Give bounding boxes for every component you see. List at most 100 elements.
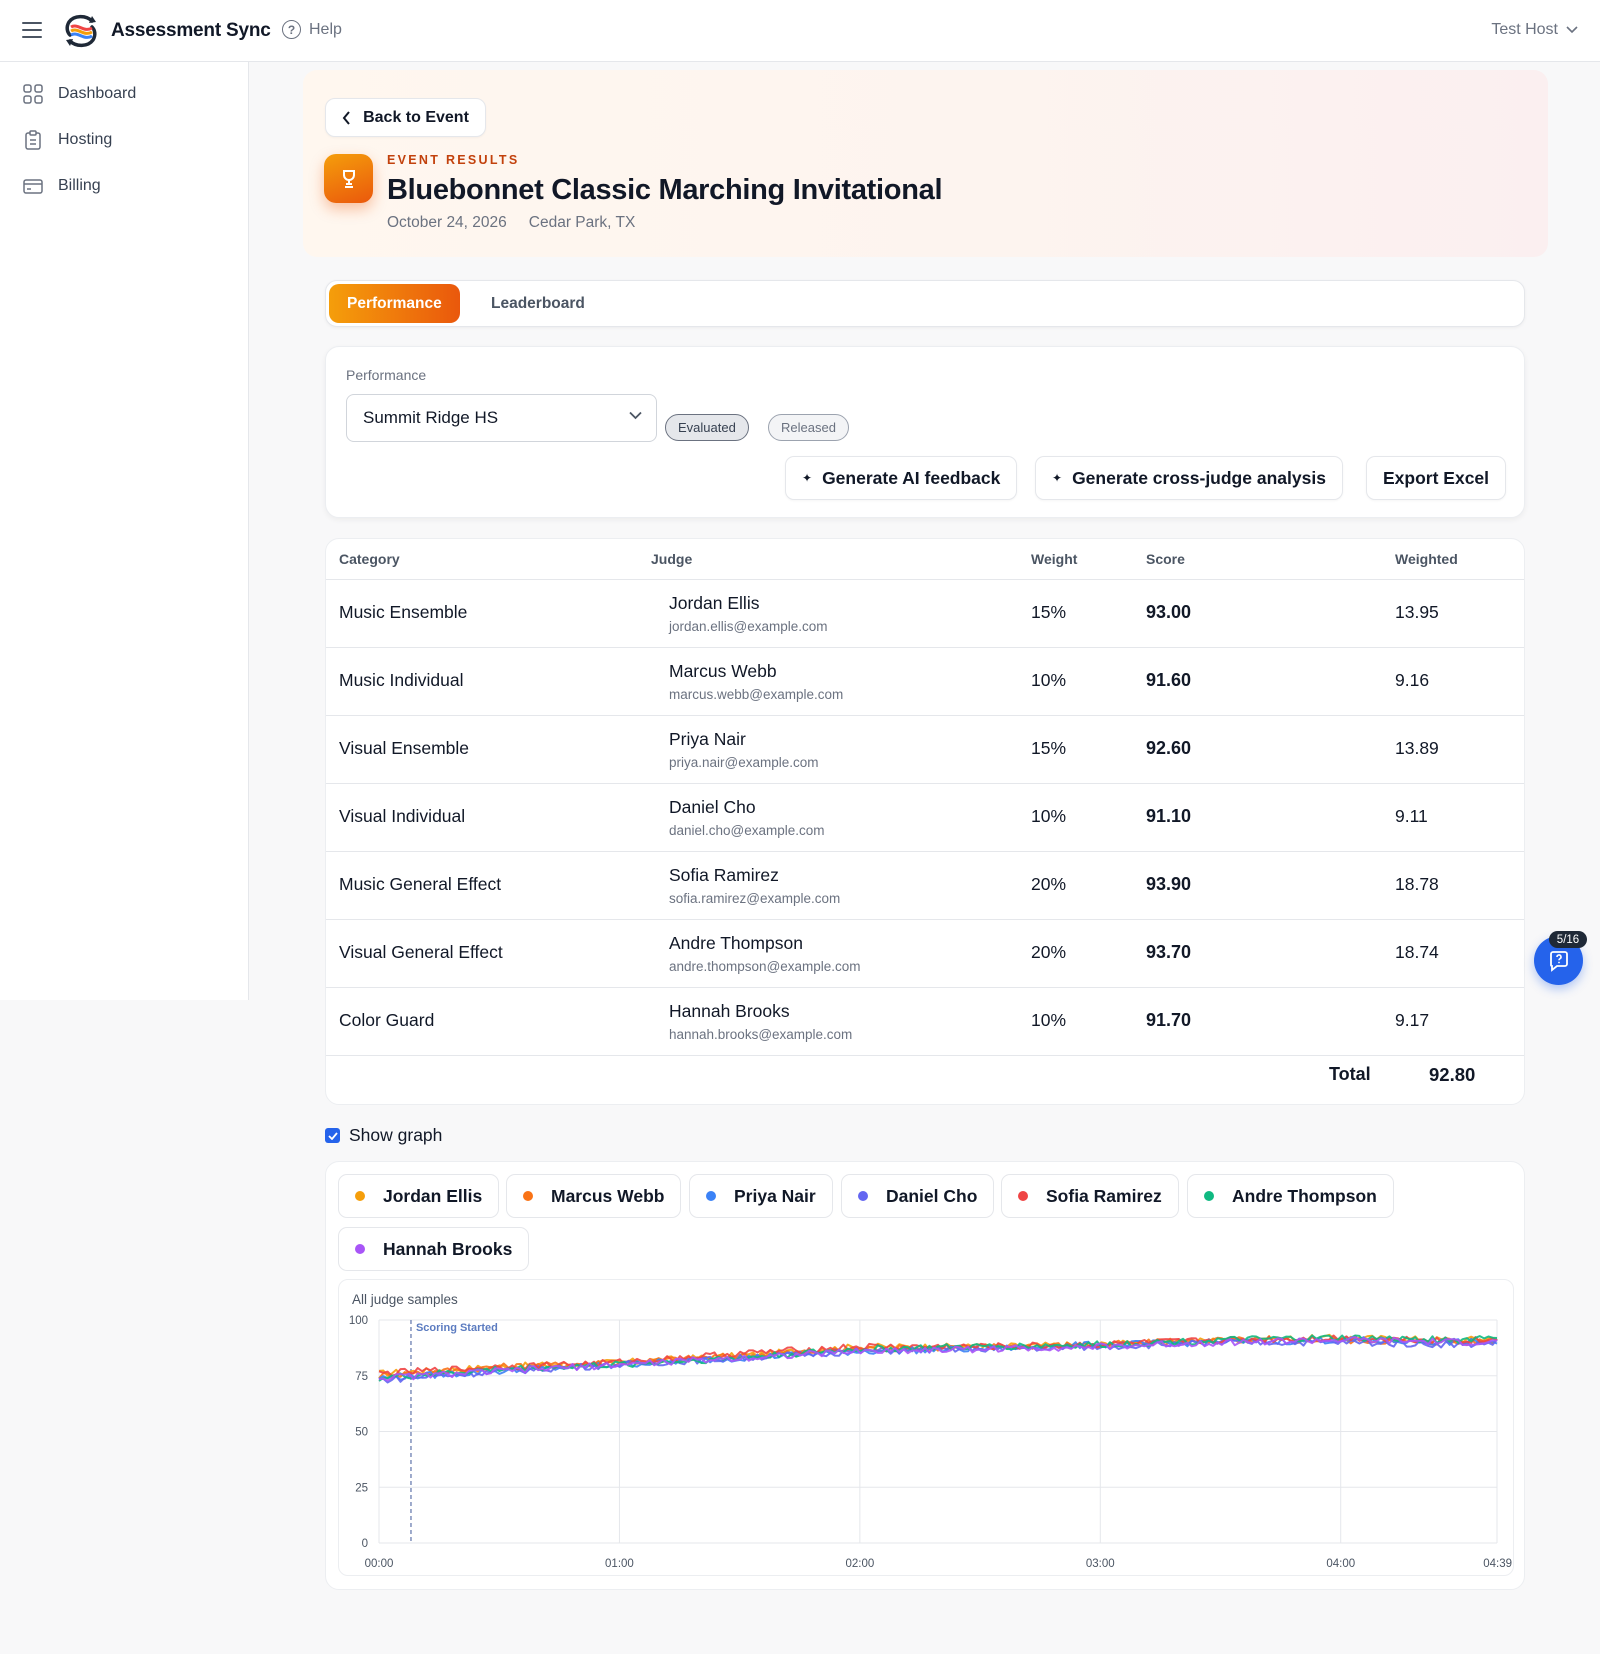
table-row: Music Ensemble Jordan Ellis jordan.ellis@e… [326, 580, 1524, 648]
x-tick-label: 03:00 [1086, 1558, 1115, 1570]
event-eyebrow: EVENT RESULTS [387, 153, 520, 167]
table-row: Music General Effect Sofia Ramirez sofia.r… [326, 852, 1524, 920]
judge-email: andre.thompson@example.com [669, 959, 861, 974]
legend-chip[interactable]: Daniel Cho [841, 1174, 995, 1218]
judge-name: Daniel Cho [669, 797, 756, 817]
score-cell: 92.60 [1146, 738, 1192, 758]
weighted-cell: 18.74 [1395, 942, 1439, 962]
table-row: Visual Individual Daniel Cho daniel.cho@ex… [326, 784, 1524, 852]
header-weight: Weight [1031, 551, 1078, 567]
y-tick-label: 50 [355, 1427, 368, 1439]
legend-chip[interactable]: Hannah Brooks [338, 1227, 530, 1271]
event-location: Cedar Park, TX [528, 214, 636, 231]
legend-chip[interactable]: Andre Thompson [1187, 1174, 1394, 1218]
weighted-cell: 13.89 [1395, 738, 1439, 758]
table-row: Visual Ensemble Priya Nair priya.nair@exam… [326, 716, 1524, 784]
scores-table: Category Judge Weight Score Weighted Mus… [325, 538, 1525, 1105]
weight-cell: 10% [1031, 670, 1067, 690]
performance-selected-value: Summit Ridge HS [363, 408, 499, 427]
table-row: Visual General Effect Andre Thompson andre… [326, 920, 1524, 988]
series-line [378, 1336, 1498, 1381]
sidebar-item-billing[interactable]: Billing [22, 175, 101, 197]
sidebar-item-label: Billing [58, 177, 101, 194]
judge-name: Sofia Ramirez [669, 865, 779, 885]
score-cell: 93.70 [1146, 942, 1192, 962]
tab-performance[interactable]: Performance [329, 284, 460, 323]
sparkle-icon: ✦ [1052, 471, 1063, 485]
notification-badge: 5/16 [1549, 931, 1587, 948]
category-cell: Color Guard [339, 1010, 435, 1030]
x-tick-label: 04:00 [1326, 1558, 1355, 1570]
back-to-event-button[interactable]: Back to Event [325, 98, 486, 137]
menu-icon[interactable] [22, 22, 42, 38]
weight-cell: 20% [1031, 874, 1067, 894]
legend-dot [1018, 1191, 1028, 1201]
legend-chip[interactable]: Marcus Webb [506, 1174, 682, 1218]
y-tick-label: 75 [355, 1371, 368, 1383]
status-badge-evaluated: Evaluated [665, 414, 749, 441]
help-link[interactable]: ? Help [282, 20, 342, 39]
app-logo [65, 14, 97, 48]
card-icon [23, 179, 43, 194]
score-cell: 93.00 [1146, 602, 1192, 622]
table-row: Color Guard Hannah Brooks hannah.brooks@ex… [326, 988, 1524, 1056]
weight-cell: 15% [1031, 738, 1067, 758]
top-bar: Assessment Sync ? Help Test Host [0, 0, 1600, 62]
weighted-cell: 18.78 [1395, 874, 1439, 894]
weight-cell: 10% [1031, 806, 1067, 826]
generate-cross-judge-analysis-button[interactable]: ✦ Generate cross-judge analysis [1035, 456, 1343, 500]
chevron-left-icon [342, 110, 350, 125]
weighted-cell: 13.95 [1395, 602, 1439, 622]
user-menu[interactable]: Test Host [1491, 21, 1578, 39]
judge-name: Priya Nair [669, 729, 746, 749]
performance-select[interactable]: Summit Ridge HS [346, 394, 657, 442]
x-tick-label: 01:00 [605, 1558, 634, 1570]
score-cell: 91.10 [1146, 806, 1192, 826]
category-cell: Music Ensemble [339, 602, 468, 622]
legend-chip[interactable]: Jordan Ellis [338, 1174, 500, 1218]
sidebar-item-label: Hosting [58, 131, 113, 148]
export-excel-button[interactable]: Export Excel [1366, 456, 1507, 500]
sidebar-item-hosting[interactable]: Hosting [22, 129, 112, 151]
weight-cell: 10% [1031, 1010, 1067, 1030]
user-name: Test Host [1491, 21, 1558, 38]
legend-chip[interactable]: Sofia Ramirez [1001, 1174, 1179, 1218]
category-cell: Music Individual [339, 670, 464, 690]
tab-bar: Performance Leaderboard [325, 280, 1525, 327]
generate-ai-feedback-button[interactable]: ✦ Generate AI feedback [785, 456, 1018, 500]
judge-email: jordan.ellis@example.com [669, 619, 828, 634]
app-title: Assessment Sync [111, 20, 271, 41]
legend-dot [355, 1191, 365, 1201]
show-graph-label: Show graph [349, 1125, 443, 1145]
total-value: 92.80 [1429, 1064, 1476, 1085]
sidebar-item-label: Dashboard [58, 85, 137, 102]
help-icon: ? [282, 20, 301, 39]
event-header: Back to Event EVENT RESULTS Bluebonnet C… [303, 70, 1548, 257]
button-label: Generate AI feedback [822, 467, 1001, 488]
weighted-cell: 9.16 [1395, 670, 1430, 690]
help-chat-icon [1549, 950, 1568, 972]
legend-label: Marcus Webb [551, 1185, 665, 1206]
line-chart: All judge samples 0 25 50 75 100 00:00 01:00 02… [338, 1279, 1514, 1576]
legend-dot [523, 1191, 533, 1201]
checkbox[interactable] [325, 1128, 340, 1143]
event-date: October 24, 2026 [387, 214, 507, 231]
judge-email: hannah.brooks@example.com [669, 1027, 853, 1042]
legend-dot [858, 1191, 868, 1201]
tab-leaderboard[interactable]: Leaderboard [473, 284, 603, 323]
judge-name: Andre Thompson [669, 933, 803, 953]
graph-card: Jordan Ellis Marcus Webb Priya Nair Daniel … [325, 1161, 1525, 1590]
table-header: Category Judge Weight Score Weighted [326, 539, 1524, 580]
legend-label: Hannah Brooks [383, 1238, 513, 1259]
judge-email: marcus.webb@example.com [669, 687, 844, 702]
show-graph-toggle[interactable]: Show graph [325, 1125, 442, 1146]
y-tick-label: 100 [349, 1315, 368, 1327]
sidebar-item-dashboard[interactable]: Dashboard [22, 83, 136, 105]
score-cell: 91.60 [1146, 670, 1192, 690]
legend-dot [706, 1191, 716, 1201]
judge-name: Jordan Ellis [669, 593, 760, 613]
table-row: Music Individual Marcus Webb marcus.webb@e… [326, 648, 1524, 716]
legend-chip[interactable]: Priya Nair [689, 1174, 833, 1218]
performance-card: Performance Summit Ridge HS Evaluated Re… [325, 346, 1525, 518]
x-tick-label: 04:39 [1483, 1558, 1512, 1570]
